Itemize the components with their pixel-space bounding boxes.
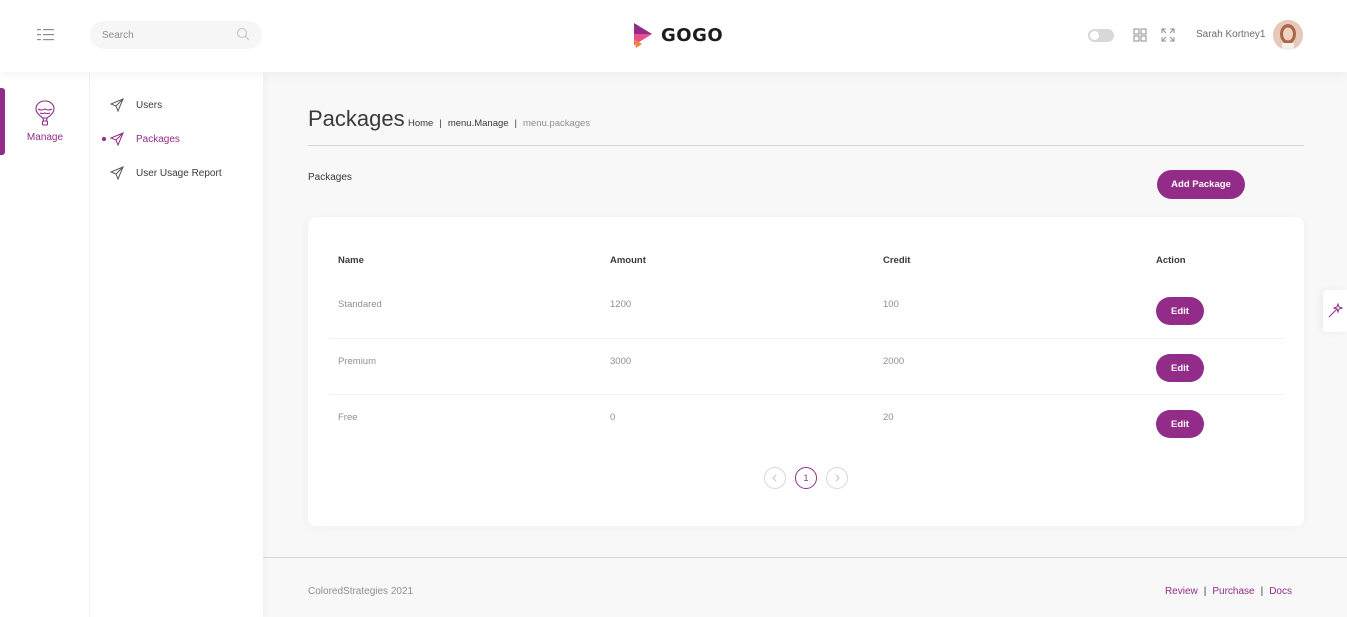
- edit-button[interactable]: Edit: [1156, 410, 1204, 438]
- paper-plane-icon: [110, 132, 124, 146]
- sub-menu-item-user-usage-report[interactable]: User Usage Report: [110, 165, 222, 181]
- footer-links: Review | Purchase | Docs: [1165, 586, 1292, 597]
- sub-menu-item-label: Users: [136, 99, 163, 111]
- brand-logo[interactable]: GOGO: [632, 21, 723, 49]
- footer-link-docs[interactable]: Docs: [1269, 586, 1292, 597]
- pagination-prev-button[interactable]: [764, 467, 786, 489]
- search-icon[interactable]: [236, 27, 250, 41]
- table-row: [330, 339, 1284, 395]
- brand-name: GOGO: [661, 24, 724, 46]
- chevron-left-icon: [772, 474, 777, 482]
- breadcrumb-separator: |: [439, 118, 442, 129]
- packages-table-card: Name Amount Credit Action Standared 1200…: [308, 217, 1304, 526]
- cell-amount: 0: [610, 412, 616, 423]
- cell-amount: 3000: [610, 356, 632, 367]
- pagination-next-button[interactable]: [826, 467, 848, 489]
- main-menu: Manage: [0, 72, 90, 617]
- theme-customizer-button[interactable]: [1323, 290, 1347, 332]
- cell-name: Free: [338, 412, 358, 423]
- cell-name: Premium: [338, 356, 377, 367]
- magic-wand-icon: [1328, 303, 1343, 318]
- sub-menu-item-label: User Usage Report: [136, 167, 222, 179]
- cell-amount: 1200: [610, 299, 632, 310]
- search-input[interactable]: [90, 21, 220, 49]
- breadcrumb-manage[interactable]: menu.Manage: [448, 118, 509, 129]
- user-name[interactable]: Sarah Kortney1: [1196, 29, 1266, 40]
- search-box: [90, 21, 262, 49]
- footer-link-review[interactable]: Review: [1165, 586, 1198, 597]
- add-package-button[interactable]: Add Package: [1157, 170, 1245, 199]
- footer-divider: [263, 557, 1347, 558]
- cell-credit: 2000: [883, 356, 905, 367]
- breadcrumb: Home | menu.Manage | menu.packages: [408, 118, 590, 129]
- sub-menu: Users Packages User Usage Report: [90, 72, 263, 617]
- page-title: Packages: [308, 106, 405, 131]
- sub-menu-item-users[interactable]: Users: [110, 97, 162, 113]
- edit-button[interactable]: Edit: [1156, 297, 1204, 325]
- column-header-name[interactable]: Name: [338, 255, 364, 266]
- top-navbar: GOGO Sarah Kortney1: [0, 0, 1347, 72]
- breadcrumb-home[interactable]: Home: [408, 118, 433, 129]
- column-header-action: Action: [1156, 255, 1186, 266]
- avatar[interactable]: [1273, 20, 1303, 50]
- paper-plane-icon: [110, 98, 124, 112]
- pagination-page-button[interactable]: 1: [795, 467, 817, 489]
- cell-credit: 100: [883, 299, 899, 310]
- edit-button[interactable]: Edit: [1156, 354, 1204, 382]
- fullscreen-icon[interactable]: [1161, 28, 1175, 42]
- table-row: [330, 395, 1284, 451]
- footer-separator: |: [1203, 586, 1207, 597]
- cell-name: Standared: [338, 299, 382, 310]
- breadcrumb-separator: |: [514, 118, 518, 129]
- table-row: [330, 283, 1284, 339]
- sub-menu-item-label: Packages: [136, 133, 180, 145]
- chevron-right-icon: [835, 474, 840, 482]
- title-divider: [308, 145, 1304, 146]
- paper-plane-icon: [110, 166, 124, 180]
- active-dot: [102, 137, 106, 141]
- footer-link-purchase[interactable]: Purchase: [1212, 586, 1254, 597]
- column-header-amount[interactable]: Amount: [610, 255, 646, 266]
- cell-credit: 20: [883, 412, 894, 423]
- breadcrumb-current: menu.packages: [523, 118, 591, 129]
- hot-air-balloon-icon: [35, 100, 55, 126]
- theme-toggle[interactable]: [1088, 29, 1114, 42]
- toggle-knob: [1090, 31, 1099, 40]
- footer-separator: |: [1260, 586, 1264, 597]
- main-menu-item-manage[interactable]: Manage: [0, 100, 90, 143]
- column-header-credit[interactable]: Credit: [883, 255, 910, 266]
- logo-icon: [632, 21, 654, 49]
- sub-menu-item-packages[interactable]: Packages: [102, 131, 180, 147]
- grid-icon[interactable]: [1133, 28, 1147, 42]
- footer-copyright: ColoredStrategies 2021: [308, 586, 414, 597]
- main-menu-item-label: Manage: [26, 132, 64, 143]
- menu-icon[interactable]: [36, 27, 56, 43]
- section-label: Packages: [308, 172, 352, 183]
